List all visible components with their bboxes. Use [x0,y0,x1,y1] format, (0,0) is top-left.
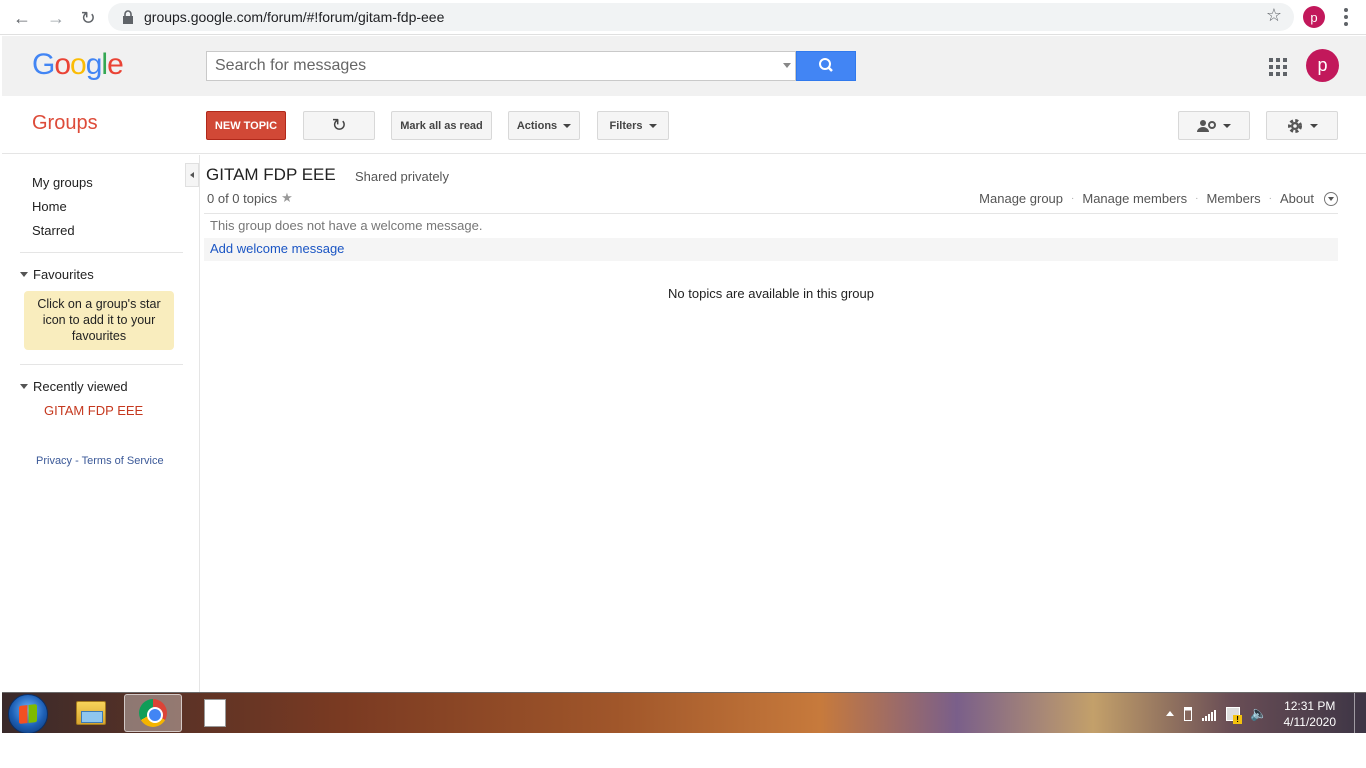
start-button[interactable] [8,694,48,734]
browser-menu-icon[interactable] [1338,6,1354,28]
app-title[interactable]: Groups [32,112,98,135]
triangle-down-icon [20,272,28,277]
system-tray: 🔈 12:31 PM 4/11/2020 [1166,693,1336,734]
settings-button[interactable] [1266,111,1338,140]
welcome-message-text: This group does not have a welcome messa… [210,218,483,233]
actions-button[interactable]: Actions [508,111,580,140]
topic-count: 0 of 0 topics ★ [207,190,293,206]
search-box [206,51,796,81]
topic-count-text: 0 of 0 topics [207,190,278,206]
url-text[interactable]: groups.google.com/forum/#!forum/gitam-fd… [144,9,444,25]
separator-dot: · [1195,193,1199,204]
google-header: Google p [2,36,1366,96]
footer-links: Privacy - Terms of Service [36,455,164,467]
divider [20,252,183,253]
search-icon [819,58,833,72]
folder-icon [76,701,106,725]
search-button[interactable] [796,51,856,81]
clock-time: 12:31 PM [1284,698,1336,713]
chrome-icon [139,699,167,727]
favourites-heading: Favourites [33,267,94,282]
filters-button[interactable]: Filters [597,111,669,140]
separator-dot: · [1268,193,1273,204]
mark-all-read-button[interactable]: Mark all as read [391,111,492,140]
triangle-down-icon [20,384,28,389]
chrome-taskbar-button[interactable] [124,694,182,732]
empty-state-text: No topics are available in this group [668,286,874,301]
chevron-down-icon [1310,123,1318,128]
chevron-down-icon [563,123,572,128]
sidebar-item-my-groups[interactable]: My groups [32,175,93,190]
refresh-icon: ↻ [331,115,347,135]
welcome-message-box: This group does not have a welcome messa… [204,213,1338,261]
show-hidden-icons-icon[interactable] [1166,711,1175,716]
person-gear-icon [1197,119,1216,132]
recently-viewed-heading: Recently viewed [33,379,128,394]
refresh-button[interactable]: ↻ [303,111,375,140]
browser-toolbar: ← → ↻ groups.google.com/forum/#!forum/gi… [0,0,1366,35]
gear-icon [1288,118,1302,133]
clock[interactable]: 12:31 PM 4/11/2020 [1284,698,1337,730]
welcome-link-row: Add welcome message [204,238,1338,261]
address-bar[interactable]: groups.google.com/forum/#!forum/gitam-fd… [108,3,1294,31]
collapse-sidebar-icon[interactable] [185,163,199,187]
back-arrow-icon[interactable]: ← [10,6,34,30]
recent-group-link[interactable]: GITAM FDP EEE [44,403,143,418]
bookmark-star-icon[interactable]: ☆ [1266,5,1282,26]
search-input[interactable] [207,52,777,80]
profile-avatar[interactable]: p [1303,6,1325,28]
sidebar-item-starred[interactable]: Starred [32,223,75,238]
document-taskbar-button[interactable] [186,694,244,732]
actions-label: Actions [516,119,558,132]
google-logo[interactable]: Google [32,48,124,82]
group-links: Manage group · Manage members · Members … [979,191,1338,206]
divider [20,364,183,365]
show-desktop-button[interactable] [1354,693,1366,734]
footer-separator: - [75,455,79,467]
filters-label: Filters [609,119,643,132]
recently-viewed-toggle[interactable]: Recently viewed [20,379,128,394]
separator-dot: · [1071,193,1075,204]
clock-date: 4/11/2020 [1283,714,1337,729]
group-privacy-label: Shared privately [355,169,449,184]
battery-icon[interactable] [1184,706,1193,721]
member-settings-button[interactable] [1178,111,1250,140]
volume-icon[interactable]: 🔈 [1250,705,1267,722]
members-link[interactable]: Members [1206,191,1260,206]
about-link[interactable]: About [1280,191,1314,206]
terms-link[interactable]: Terms of Service [82,455,164,467]
account-avatar[interactable]: p [1306,49,1339,82]
chevron-down-icon [648,123,657,128]
main-content: GITAM FDP EEE Shared privately 0 of 0 to… [204,155,1338,692]
group-title[interactable]: GITAM FDP EEE [206,165,336,185]
star-icon[interactable]: ★ [281,190,293,206]
windows-taskbar: 🔈 12:31 PM 4/11/2020 [2,692,1366,734]
chevron-down-icon [1223,123,1231,128]
network-signal-icon[interactable] [1202,707,1217,721]
windows-logo-icon [19,704,37,724]
manage-members-link[interactable]: Manage members [1082,191,1187,206]
sidebar-item-home[interactable]: Home [32,199,67,214]
manage-group-link[interactable]: Manage group [979,191,1063,206]
reload-icon[interactable]: ↻ [76,6,100,30]
screen-bottom-strip [0,733,1366,768]
privacy-link[interactable]: Privacy [36,455,72,467]
apps-grid-icon[interactable] [1269,58,1287,76]
groups-toolbar: Groups NEW TOPIC ↻ Mark all as read Acti… [2,96,1366,154]
search-options-dropdown-icon[interactable] [783,63,791,68]
favourites-hint: Click on a group's star icon to add it t… [24,291,174,350]
new-topic-button[interactable]: NEW TOPIC [206,111,286,140]
add-welcome-message-link[interactable]: Add welcome message [210,241,344,256]
favourites-section-toggle[interactable]: Favourites [20,267,94,282]
file-explorer-taskbar-button[interactable] [62,694,120,732]
document-icon [204,699,226,727]
action-center-flag-icon[interactable] [1226,706,1243,724]
forward-arrow-icon[interactable]: → [44,6,68,30]
sidebar: My groups Home Starred Favourites Click … [2,155,200,692]
lock-icon [123,10,133,24]
chevron-down-circle-icon[interactable] [1324,191,1338,206]
